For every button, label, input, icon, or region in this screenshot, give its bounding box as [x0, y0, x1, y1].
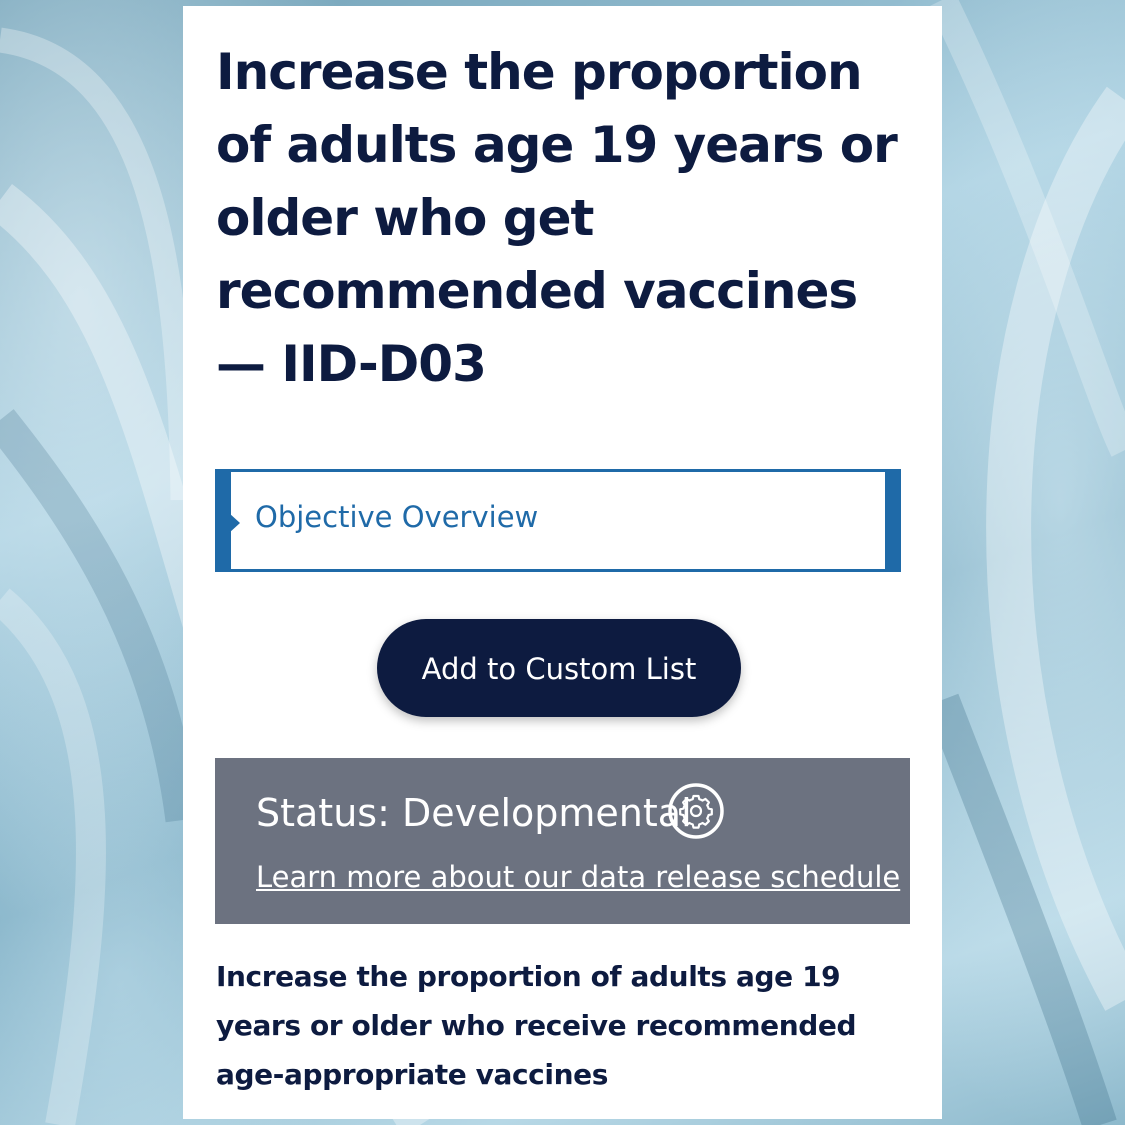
page-title: Increase the proportion of adults age 19…	[216, 43, 898, 393]
objective-overview-accordion[interactable]: Objective Overview	[215, 469, 901, 572]
objective-description: Increase the proportion of adults age 19…	[216, 960, 857, 1091]
data-release-schedule-link[interactable]: Learn more about our data release schedu…	[256, 860, 900, 894]
gear-icon	[667, 782, 725, 840]
caret-right-icon	[229, 513, 240, 533]
status-panel: Status: Developmental Learn more about o…	[215, 758, 910, 924]
add-to-custom-list-button[interactable]: Add to Custom List	[377, 619, 741, 717]
objective-overview-label: Objective Overview	[255, 500, 539, 534]
status-text: Status: Developmental	[256, 791, 692, 835]
objective-card: Increase the proportion of adults age 19…	[183, 6, 942, 1119]
